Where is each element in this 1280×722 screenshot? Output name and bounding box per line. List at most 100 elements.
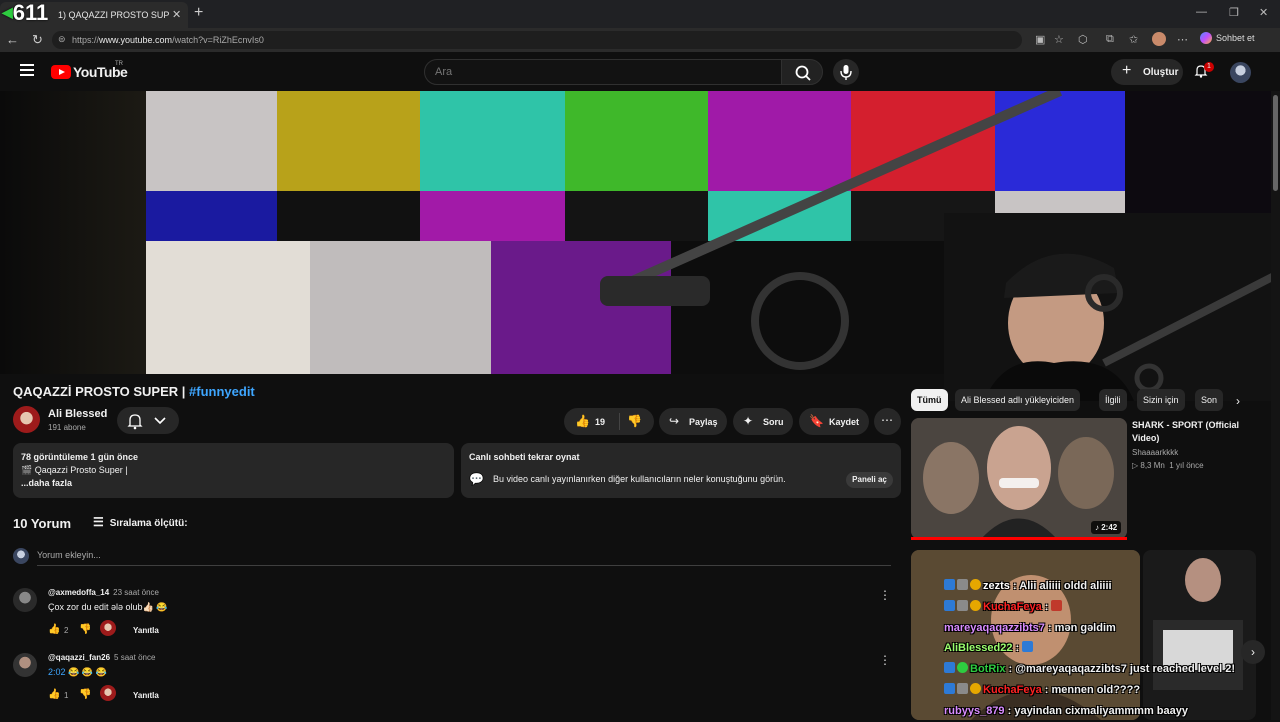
chip-related[interactable]: İlgili <box>1099 389 1127 411</box>
creator-heart-avatar <box>100 685 116 701</box>
comment-like-icon[interactable]: 👍 <box>48 689 60 700</box>
open-panel-button[interactable]: Paneli aç <box>846 472 893 488</box>
account-avatar[interactable] <box>1230 62 1251 83</box>
chat-message: yayindan cixmaliyammmm baayy <box>1014 704 1188 717</box>
comment-like-count: 1 <box>64 691 69 700</box>
youtube-logo-icon[interactable] <box>51 65 71 79</box>
chat-user: AliBlessed22 <box>944 642 1013 655</box>
comment-time[interactable]: 23 saat önce <box>113 588 159 597</box>
new-tab-button[interactable]: + <box>194 4 203 22</box>
chat-user: KuchaFeya <box>983 600 1042 613</box>
verified-icon <box>957 662 968 674</box>
chat-user: mareyaqaqazzibts7 <box>944 621 1045 634</box>
video-title-text: QAQAZZİ PROSTO SUPER | <box>13 384 190 399</box>
chat-user: rubyys_879 <box>944 704 1005 717</box>
voice-search-button[interactable] <box>833 59 859 85</box>
tab-close-icon[interactable]: ✕ <box>172 8 181 21</box>
ask-button[interactable]: ✦ Soru <box>733 408 793 435</box>
url-path: /watch?v=RiZhEcnvIs0 <box>172 35 264 45</box>
description-box[interactable]: 78 görüntüleme 1 gün önce 🎬 Qaqazzi Pros… <box>13 443 454 498</box>
url-prefix: https:// <box>72 35 100 45</box>
comment-text: 2:02 😂 😂 😂 <box>48 667 107 678</box>
reply-button[interactable]: Yanıtla <box>133 626 159 635</box>
create-button[interactable]: + Oluştur <box>1111 59 1183 85</box>
bookmark-icon: 🔖 <box>809 414 824 428</box>
shelf-next-button[interactable]: › <box>1241 640 1265 664</box>
extensions-icon[interactable]: ⬡ <box>1078 33 1088 46</box>
view-count: 8,3 Mn <box>1140 461 1165 470</box>
comment-dislike-icon[interactable]: 👎 <box>79 624 91 635</box>
chip-for-you[interactable]: Sizin için <box>1137 389 1185 411</box>
comment-timestamp-link[interactable]: 2:02 <box>48 667 66 677</box>
more-horizontal-icon: ⋯ <box>881 413 893 427</box>
subscriber-count: 191 abone <box>48 423 86 432</box>
thumbs-up-icon[interactable]: 👍 <box>575 414 590 428</box>
streamer-webcam <box>944 213 1280 401</box>
search-input[interactable] <box>435 66 765 78</box>
chevron-right-icon[interactable]: › <box>1236 394 1240 408</box>
comment-header: @qaqazzi_fan26 5 saat önce <box>48 653 155 662</box>
like-count[interactable]: 19 <box>595 417 605 427</box>
more-menu-icon[interactable]: ⋯ <box>1177 33 1188 46</box>
description-text: 🎬 Qaqazzi Prosto Super | <box>21 465 128 475</box>
maximize-button[interactable]: ❐ <box>1229 6 1239 19</box>
comment-menu-icon[interactable]: ⋮ <box>879 653 891 667</box>
chat-line: BotRix : @mareyaqaqazzibts7 just reached… <box>944 659 1244 680</box>
address-bar[interactable]: ⊜ https://www.youtube.com/watch?v=RiZhEc… <box>52 31 1022 49</box>
comment-author[interactable]: @axmedoffa_14 <box>48 588 109 597</box>
comment-item: @qaqazzi_fan26 5 saat önce 2:02 😂 😂 😂 👍 1… <box>13 653 893 713</box>
view-stats: 78 görüntüleme 1 gün önce <box>21 452 139 462</box>
recommended-video-title[interactable]: SHARK - SPORT (Official Video) <box>1132 419 1252 445</box>
more-actions-button[interactable]: ⋯ <box>874 408 901 435</box>
favorites-icon[interactable]: ✩ <box>1129 33 1138 46</box>
reply-button[interactable]: Yanıtla <box>133 691 159 700</box>
search-button[interactable] <box>781 59 823 85</box>
chip-all[interactable]: Tümü <box>911 389 948 411</box>
comment-input-underline <box>37 565 891 566</box>
scrollbar-thumb[interactable] <box>1273 95 1278 191</box>
reader-icon[interactable]: ▣ <box>1035 33 1045 46</box>
video-hashtag-link[interactable]: #funnyedit <box>189 384 255 399</box>
comment-text: Çox zor du edit ələ olub👍🏻 😂 <box>48 602 168 612</box>
thumbs-down-icon[interactable]: 👎 <box>627 414 642 428</box>
profile-avatar[interactable] <box>1152 32 1166 46</box>
chat-line: zezts : Alii aliiii oldd aliiii <box>944 576 1244 597</box>
copilot-chat-button[interactable]: Sohbet et <box>1200 32 1255 44</box>
divider <box>619 413 620 430</box>
favorite-star-icon[interactable]: ☆ <box>1054 33 1064 46</box>
close-window-button[interactable]: ✕ <box>1259 6 1268 19</box>
split-screen-icon[interactable]: ⧉ <box>1106 33 1114 46</box>
commenter-avatar[interactable] <box>13 588 37 612</box>
recommended-channel[interactable]: Shaaaarkkkk <box>1132 448 1178 457</box>
badge-icon <box>944 662 955 674</box>
minimize-button[interactable]: — <box>1196 6 1207 18</box>
commenter-avatar[interactable] <box>13 653 37 677</box>
comment-author[interactable]: @qaqazzi_fan26 <box>48 653 110 662</box>
add-comment-input[interactable]: Yorum ekleyin... <box>37 550 101 560</box>
badge-icon <box>970 682 981 694</box>
chip-recent[interactable]: Son <box>1195 389 1224 411</box>
channel-avatar[interactable] <box>13 406 40 433</box>
comment-dislike-icon[interactable]: 👎 <box>79 689 91 700</box>
chip-from-uploader[interactable]: Ali Blessed adlı yükleyiciden <box>955 389 1081 411</box>
share-button[interactable]: ↪ Paylaş <box>659 408 727 435</box>
sort-comments-button[interactable]: ☰ Sıralama ölçütü: <box>93 515 188 529</box>
comment-menu-icon[interactable]: ⋮ <box>879 588 891 602</box>
site-info-icon[interactable]: ⊜ <box>58 34 66 45</box>
save-button[interactable]: 🔖 Kaydet <box>799 408 869 435</box>
reload-icon[interactable]: ↻ <box>32 32 43 48</box>
flag-icon <box>1022 641 1034 653</box>
menu-icon[interactable] <box>20 64 34 76</box>
copilot-icon <box>1200 32 1212 44</box>
comments-count: 10 Yorum <box>13 516 72 531</box>
channel-name[interactable]: Ali Blessed <box>48 408 107 420</box>
show-more-link[interactable]: ...daha fazla <box>21 478 72 488</box>
url-host: www.youtube.com <box>99 35 173 45</box>
subscription-bell-button[interactable] <box>117 407 179 434</box>
comment-time[interactable]: 5 saat önce <box>114 653 155 662</box>
chat-bubble-icon: 💬 <box>469 472 484 486</box>
comment-like-icon[interactable]: 👍 <box>48 624 60 635</box>
search-box[interactable] <box>424 59 782 85</box>
back-arrow-icon[interactable]: ← <box>6 32 19 47</box>
badge-icon <box>970 599 981 611</box>
